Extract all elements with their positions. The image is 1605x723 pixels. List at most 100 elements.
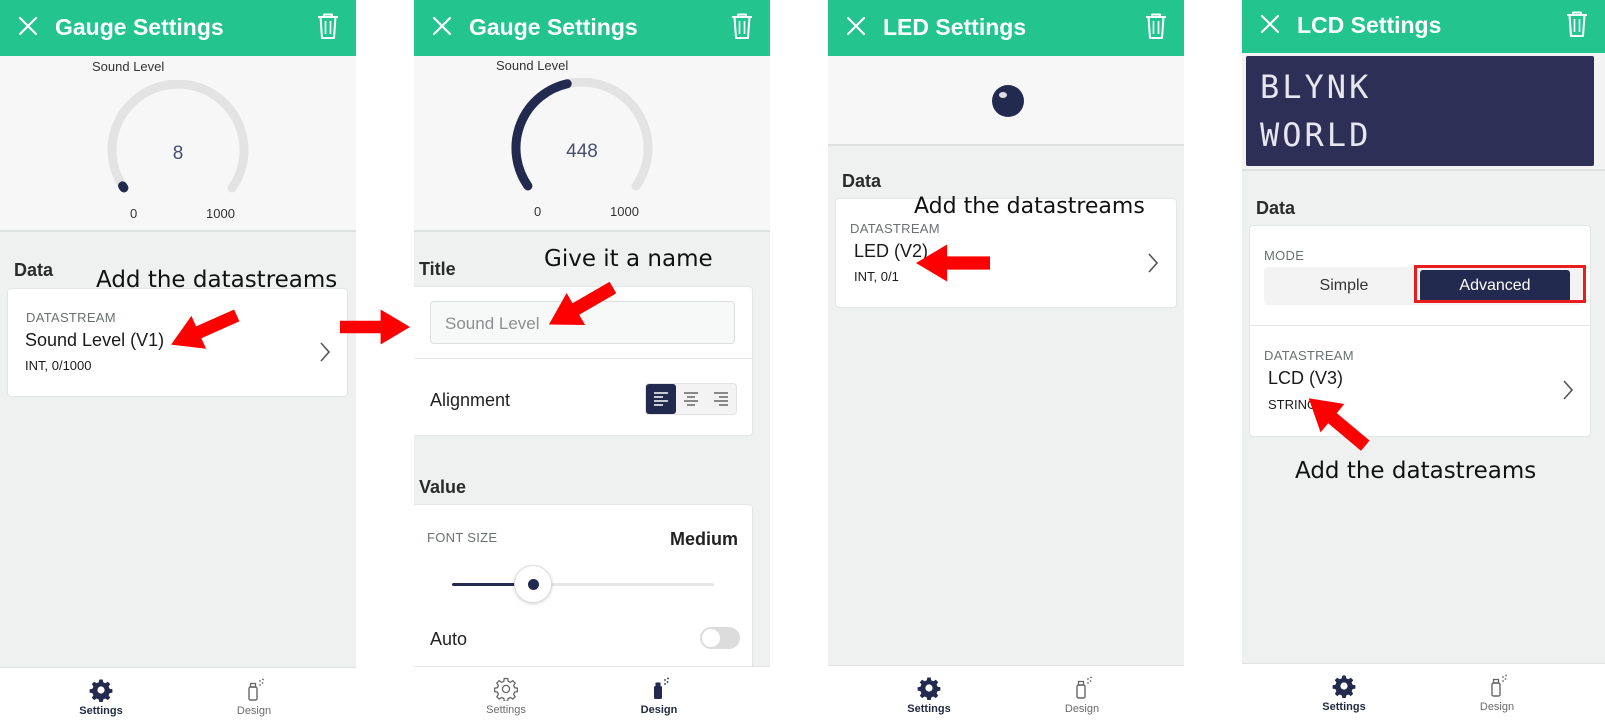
tab-design[interactable]: Design — [199, 668, 309, 723]
chevron-right-icon — [1562, 379, 1574, 401]
gauge-value: 448 — [566, 141, 598, 162]
annotation-text: Add the datastreams — [914, 194, 1145, 219]
value-card: FONT SIZE Medium Auto — [414, 504, 753, 674]
font-size-caption: FONT SIZE — [427, 530, 498, 545]
trash-icon[interactable] — [1564, 10, 1590, 38]
lcd-line-2: WORLD — [1260, 116, 1372, 154]
alignment-selector — [645, 383, 737, 415]
title-section-heading: Title — [419, 259, 456, 279]
tab-design[interactable]: Design — [604, 667, 714, 723]
tab-label: Design — [640, 704, 678, 716]
gauge-settings-screen: Gauge Settings Sound Level 8 0 1000 Data… — [0, 0, 356, 723]
data-section-heading: Data — [1256, 198, 1296, 218]
annotation-text: Add the datastreams — [96, 267, 338, 293]
header-bar: LED Settings — [828, 0, 1184, 56]
gauge-label: Sound Level — [92, 59, 165, 74]
trash-icon[interactable] — [1143, 12, 1169, 40]
close-icon[interactable] — [430, 14, 454, 38]
paint-spray-icon — [1070, 676, 1094, 700]
annotation-text: Add the datastreams — [1295, 458, 1537, 484]
bottom-tab-bar: Settings Design — [1242, 663, 1605, 723]
lcd-line-1: BLYNK — [1260, 68, 1372, 106]
tab-label: Design — [236, 705, 272, 717]
paint-spray-icon — [647, 677, 671, 701]
lcd-data-card: MODE Simple Advanced DATASTREAM LCD (V3)… — [1249, 225, 1591, 437]
align-left-button[interactable] — [646, 384, 676, 414]
tab-design[interactable]: Design — [1027, 666, 1137, 722]
gauge-label: Sound Level — [496, 58, 569, 73]
gauge-track — [107, 80, 249, 193]
led-indicator-icon — [992, 85, 1024, 117]
alignment-label: Alignment — [430, 390, 511, 410]
gauge-max: 1000 — [206, 206, 235, 221]
align-left-icon — [654, 392, 668, 406]
tab-label: Settings — [1322, 701, 1366, 713]
lcd-settings-screen: LCD Settings BLYNK WORLD Data MODE Simpl… — [1242, 0, 1605, 723]
bottom-tab-bar: Settings Design — [828, 665, 1184, 723]
header-bar: Gauge Settings — [414, 0, 770, 56]
gauge-fill — [511, 79, 572, 191]
value-section-heading: Value — [419, 477, 467, 497]
header-bar: Gauge Settings — [0, 0, 356, 56]
gauge-preview: Sound Level 8 0 1000 — [0, 56, 356, 232]
align-right-icon — [714, 392, 728, 406]
datastream-name: LCD (V3) — [1268, 368, 1344, 388]
tab-label: Settings — [79, 705, 123, 717]
annotation-text: Give it a name — [544, 246, 713, 272]
bottom-tab-bar: Settings Design — [0, 667, 356, 723]
chevron-right-icon — [319, 341, 331, 363]
tab-label: Design — [1064, 703, 1100, 715]
gauge-max: 1000 — [610, 204, 639, 219]
gear-outline-icon — [494, 677, 518, 701]
red-arrow-icon — [916, 242, 990, 284]
datastream-caption: DATASTREAM — [26, 310, 116, 325]
chevron-right-icon — [1147, 252, 1159, 274]
auto-toggle[interactable] — [700, 627, 740, 649]
led-preview — [828, 56, 1184, 146]
tab-settings[interactable]: Settings — [451, 667, 561, 723]
close-icon[interactable] — [844, 14, 868, 38]
data-section-heading: Data — [842, 171, 882, 191]
tab-settings[interactable]: Settings — [874, 666, 984, 722]
align-center-button[interactable] — [676, 384, 706, 414]
gear-icon — [89, 678, 113, 702]
data-section-heading: Data — [14, 260, 54, 280]
font-size-slider[interactable] — [452, 565, 714, 603]
red-arrow-right-icon — [340, 307, 410, 347]
tab-design[interactable]: Design — [1442, 664, 1552, 720]
datastream-name: Sound Level (V1) — [25, 330, 165, 350]
lcd-display: BLYNK WORLD — [1246, 56, 1594, 166]
screen-title: Gauge Settings — [469, 14, 638, 40]
auto-label: Auto — [430, 629, 468, 649]
gauge-value: 8 — [172, 143, 184, 164]
align-center-icon — [684, 392, 698, 406]
datastream-caption: DATASTREAM — [850, 221, 940, 236]
screen-title: LED Settings — [883, 14, 1027, 40]
datastream-meta: INT, 0/1000 — [25, 358, 92, 373]
tab-settings[interactable]: Settings — [46, 668, 156, 723]
align-right-button[interactable] — [706, 384, 736, 414]
close-icon[interactable] — [16, 14, 40, 38]
font-size-value: Medium — [669, 529, 738, 549]
divider — [1250, 325, 1590, 326]
slider-knob[interactable] — [514, 565, 553, 603]
tab-label: Settings — [486, 704, 526, 716]
paint-spray-icon — [1485, 674, 1509, 698]
close-icon[interactable] — [1258, 12, 1282, 36]
datastream-meta: INT, 0/1 — [854, 269, 899, 284]
divider — [414, 358, 752, 359]
trash-icon[interactable] — [729, 12, 755, 40]
tab-label: Design — [1479, 701, 1515, 713]
screen-title: Gauge Settings — [55, 14, 224, 40]
header-bar: LCD Settings — [1242, 0, 1605, 53]
screen-title: LCD Settings — [1297, 12, 1442, 38]
gear-icon — [917, 676, 941, 700]
tab-settings[interactable]: Settings — [1289, 664, 1399, 720]
gauge-min: 0 — [534, 204, 542, 219]
tab-label: Settings — [907, 703, 951, 715]
mode-simple-option[interactable]: Simple — [1264, 267, 1424, 305]
led-settings-screen: LED Settings Data DATASTREAM LED (V2) IN… — [828, 0, 1184, 723]
paint-spray-icon — [242, 678, 266, 702]
bottom-tab-bar: Settings Design — [414, 666, 770, 723]
trash-icon[interactable] — [315, 12, 341, 40]
